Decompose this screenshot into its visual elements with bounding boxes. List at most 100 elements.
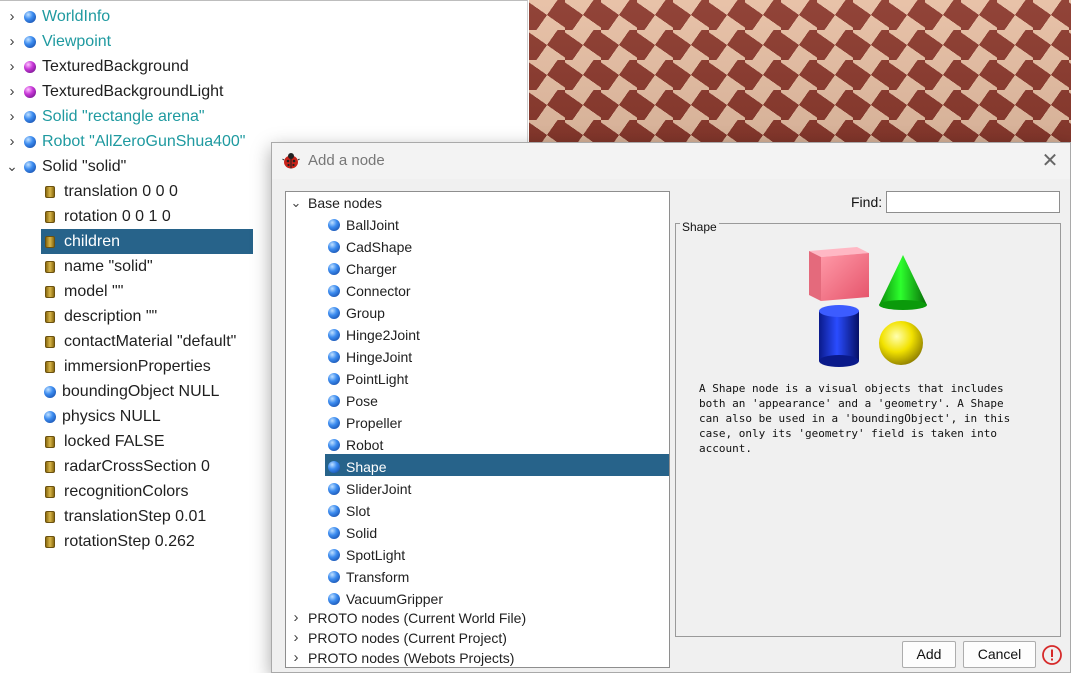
field-label: physics NULL	[62, 408, 161, 425]
field-label: boundingObject NULL	[62, 383, 220, 400]
field-label: rotationStep 0.262	[64, 533, 195, 550]
blue-sphere-icon	[328, 285, 340, 297]
node-type-item[interactable]: Shape	[328, 456, 658, 478]
blue-sphere-icon	[328, 571, 340, 583]
blue-sphere-icon	[328, 307, 340, 319]
field-label: recognitionColors	[64, 483, 189, 500]
node-type-item[interactable]: HingeJoint	[328, 346, 658, 368]
node-type-item[interactable]: CadShape	[328, 236, 658, 258]
field-label: translationStep 0.01	[64, 508, 207, 525]
field-cylinder-icon	[45, 511, 55, 523]
node-type-item[interactable]: Hinge2Joint	[328, 324, 658, 346]
base-nodes-group[interactable]: ⌄ Base nodes	[290, 192, 660, 214]
find-label: Find:	[851, 194, 883, 210]
blue-sphere-icon	[328, 527, 340, 539]
field-cylinder-icon	[45, 236, 55, 248]
node-type-label: Group	[346, 305, 385, 321]
field-cylinder-icon	[45, 261, 55, 273]
proto-group[interactable]: › PROTO nodes (Webots Projects)	[290, 647, 660, 667]
node-type-item[interactable]: BallJoint	[328, 214, 658, 236]
node-type-item[interactable]: PointLight	[328, 368, 658, 390]
field-label: rotation 0 0 1 0	[64, 208, 171, 225]
node-type-label: Solid	[346, 525, 378, 541]
node-type-item[interactable]: SliderJoint	[328, 478, 658, 500]
chevron-right-icon[interactable]: ›	[6, 29, 18, 54]
node-type-label: Transform	[346, 569, 410, 585]
blue-sphere-icon	[328, 351, 340, 363]
3d-viewport-checkerboard-floor[interactable]	[529, 0, 1071, 145]
blue-sphere-icon	[328, 417, 340, 429]
proto-group[interactable]: › PROTO nodes (Current Project)	[290, 627, 660, 649]
node-type-label: Slot	[346, 503, 371, 519]
node-type-item[interactable]: Solid	[328, 522, 658, 544]
dialog-title: Add a node	[308, 152, 385, 169]
chevron-right-icon[interactable]: ›	[290, 647, 302, 667]
scene-node[interactable]: › WorldInfo	[6, 4, 506, 29]
field-cylinder-icon	[45, 486, 55, 498]
ladybug-icon	[282, 153, 300, 169]
scene-node-label: WorldInfo	[42, 8, 111, 25]
proto-group-label: PROTO nodes (Current World File)	[308, 610, 527, 626]
node-type-label: BallJoint	[346, 217, 399, 233]
chevron-right-icon[interactable]: ›	[6, 79, 18, 104]
chevron-right-icon[interactable]: ›	[6, 129, 18, 154]
add-node-dialog: Add a node ✕ ⌄ Base nodes BallJoint CadShap…	[271, 142, 1071, 673]
node-type-item[interactable]: Transform	[328, 566, 658, 588]
field-cylinder-icon	[45, 361, 55, 373]
field-label: translation 0 0 0	[64, 183, 178, 200]
blue-sphere-icon	[328, 461, 340, 473]
node-type-item[interactable]: Group	[328, 302, 658, 324]
node-type-label: Shape	[346, 459, 387, 475]
node-type-item[interactable]: Charger	[328, 258, 658, 280]
chevron-right-icon[interactable]: ›	[290, 627, 302, 649]
field-cylinder-icon	[45, 211, 55, 223]
proto-group[interactable]: › PROTO nodes (Current World File)	[290, 607, 660, 629]
cancel-button[interactable]: Cancel	[963, 641, 1036, 668]
chevron-down-icon[interactable]: ⌄	[6, 154, 18, 179]
blue-sphere-icon	[44, 411, 56, 423]
scene-node-label: Viewpoint	[42, 33, 112, 50]
warning-icon[interactable]	[1042, 645, 1062, 665]
blue-sphere-icon	[328, 395, 340, 407]
blue-sphere-icon	[328, 263, 340, 275]
node-type-label: Pose	[346, 393, 378, 409]
node-type-item[interactable]: Connector	[328, 280, 658, 302]
blue-sphere-icon	[24, 11, 36, 23]
purple-sphere-icon	[24, 61, 36, 73]
dialog-titlebar[interactable]: Add a node ✕	[272, 143, 1070, 179]
scene-node[interactable]: › Solid "rectangle arena"	[6, 104, 506, 129]
field-label: model ""	[64, 283, 124, 300]
node-type-tree[interactable]: ⌄ Base nodes BallJoint CadShape Charger Conne…	[285, 191, 670, 668]
chevron-right-icon[interactable]: ›	[6, 104, 18, 129]
scene-node[interactable]: › TexturedBackground	[6, 54, 506, 79]
field-cylinder-icon	[45, 536, 55, 548]
node-type-label: Robot	[346, 437, 384, 453]
blue-sphere-icon	[328, 241, 340, 253]
scene-node-label: TexturedBackgroundLight	[42, 83, 224, 100]
field-label: description ""	[64, 308, 158, 325]
field-label: children	[64, 233, 121, 250]
chevron-right-icon[interactable]: ›	[290, 607, 302, 629]
find-input[interactable]	[886, 191, 1060, 213]
add-button[interactable]: Add	[902, 641, 956, 668]
node-type-item[interactable]: Pose	[328, 390, 658, 412]
node-type-item[interactable]: Propeller	[328, 412, 658, 434]
node-type-label: HingeJoint	[346, 349, 413, 365]
chevron-right-icon[interactable]: ›	[6, 4, 18, 29]
node-type-item[interactable]: Robot	[328, 434, 658, 456]
chevron-down-icon[interactable]: ⌄	[290, 192, 302, 214]
chevron-right-icon[interactable]: ›	[6, 54, 18, 79]
node-type-label: SliderJoint	[346, 481, 412, 497]
scene-node-label: TexturedBackground	[42, 58, 189, 75]
scene-node[interactable]: › Viewpoint	[6, 29, 506, 54]
field-cylinder-icon	[45, 461, 55, 473]
blue-sphere-icon	[24, 161, 36, 173]
blue-sphere-icon	[44, 386, 56, 398]
node-type-item[interactable]: SpotLight	[328, 544, 658, 566]
node-type-label: Hinge2Joint	[346, 327, 420, 343]
field-label: locked FALSE	[64, 433, 165, 450]
close-button[interactable]: ✕	[1038, 149, 1062, 173]
node-type-label: Connector	[346, 283, 411, 299]
node-type-item[interactable]: Slot	[328, 500, 658, 522]
scene-node[interactable]: › TexturedBackgroundLight	[6, 79, 506, 104]
